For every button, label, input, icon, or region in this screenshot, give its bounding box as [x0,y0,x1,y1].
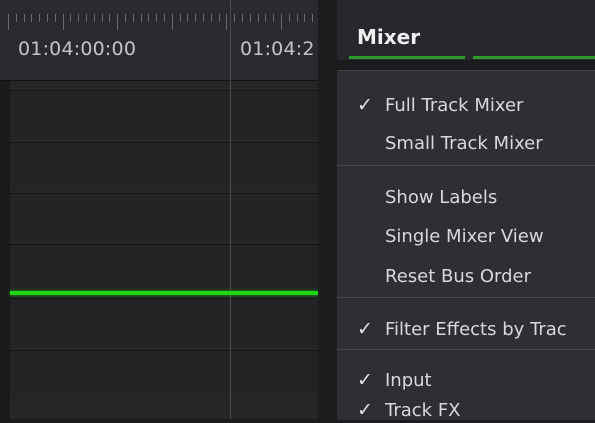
timecode-label: 01:04:00:00 [18,38,137,60]
ruler-tick [164,14,165,22]
menu-item-label: Small Track Mixer [385,133,543,154]
ruler-tick [273,14,275,22]
menu-item-reset-bus-order[interactable]: Reset Bus Order [337,251,595,289]
ruler-tick [93,14,95,22]
menu-item-track-fx[interactable]: ✓ Track FX [337,385,595,423]
ruler-tick [101,14,103,22]
ruler-tick [265,14,267,22]
menu-item-label: Full Track Mixer [385,95,524,116]
ruler-tick [54,14,56,22]
menu-separator [337,349,595,350]
menu-item-label: Filter Effects by Trac [385,319,567,340]
menu-item-filter-effects-by-track[interactable]: ✓ Filter Effects by Trac [337,304,595,342]
track-row[interactable] [10,90,318,137]
menu-item-single-mixer-view[interactable]: Single Mixer View [337,211,595,249]
menu-item-label: Show Labels [385,187,498,208]
track-row[interactable] [10,142,318,189]
ruler-tick [203,14,204,22]
header-accent-bar [349,56,465,59]
ruler-tick [242,14,243,22]
checkmark-icon: ✓ [357,399,373,421]
ruler-tick [39,14,41,22]
header-accent-bar [473,56,595,59]
checkmark-icon: ✓ [357,94,373,116]
track-header-edge [0,81,10,419]
ruler-tick [296,14,298,22]
ruler-tick [117,14,119,30]
mixer-header[interactable]: Mixer [337,0,595,60]
menu-item-label: Single Mixer View [385,226,544,247]
ruler-tick [304,14,306,22]
ruler-tick [281,14,282,30]
ruler-tick [86,14,87,22]
menu-item-label: Track FX [385,400,461,421]
ruler-tick [249,14,251,22]
ruler-tick [125,14,126,22]
ruler-tick [15,14,17,22]
ruler-tick [234,14,236,22]
mixer-title[interactable]: Mixer [357,25,420,49]
menu-item-small-track-mixer[interactable]: Small Track Mixer [337,118,595,156]
timecode-label: 01:04:2 [240,38,315,60]
timeline-panel[interactable]: 01:04:00:00 01:04:2 [0,0,318,419]
menu-item-full-track-mixer[interactable]: ✓ Full Track Mixer [337,80,595,118]
ruler-tick [156,14,158,22]
ruler-tick [109,14,111,22]
ruler-tick [70,14,72,22]
track-row[interactable] [10,298,318,345]
audio-level-line[interactable] [10,291,318,295]
checkmark-icon: ✓ [357,318,373,340]
ruler-tick [195,14,197,22]
track-row[interactable] [10,350,318,397]
track-row[interactable] [10,193,318,240]
ruler-tick [23,14,25,22]
ruler-tick [47,14,48,22]
ruler-tick [148,14,150,22]
menu-item-label: Reset Bus Order [385,266,532,287]
mixer-options-menu[interactable]: ✓ Full Track Mixer Small Track Mixer Sho… [337,70,595,423]
ruler-tick [78,14,80,22]
timeline-marker-line [230,0,231,419]
menu-separator [337,165,595,166]
ruler-tick [312,14,314,22]
ruler-tick [179,14,181,22]
timeline-ruler[interactable]: 01:04:00:00 01:04:2 [0,0,318,81]
menu-item-show-labels[interactable]: Show Labels [337,172,595,210]
ruler-tick [31,14,33,22]
ruler-tick [132,14,134,22]
ruler-tick [226,14,228,30]
ruler-tick [288,14,290,22]
ruler-tick [140,14,142,22]
ruler-tick [8,14,9,30]
ruler-tick [257,14,259,22]
ruler-tick [171,14,173,30]
menu-separator [337,297,595,298]
ruler-tick [187,14,189,22]
ruler-tick [210,14,212,22]
panel-divider[interactable] [318,0,337,419]
ruler-tick [218,14,220,22]
track-row[interactable] [10,244,318,291]
ruler-tick [62,14,64,30]
